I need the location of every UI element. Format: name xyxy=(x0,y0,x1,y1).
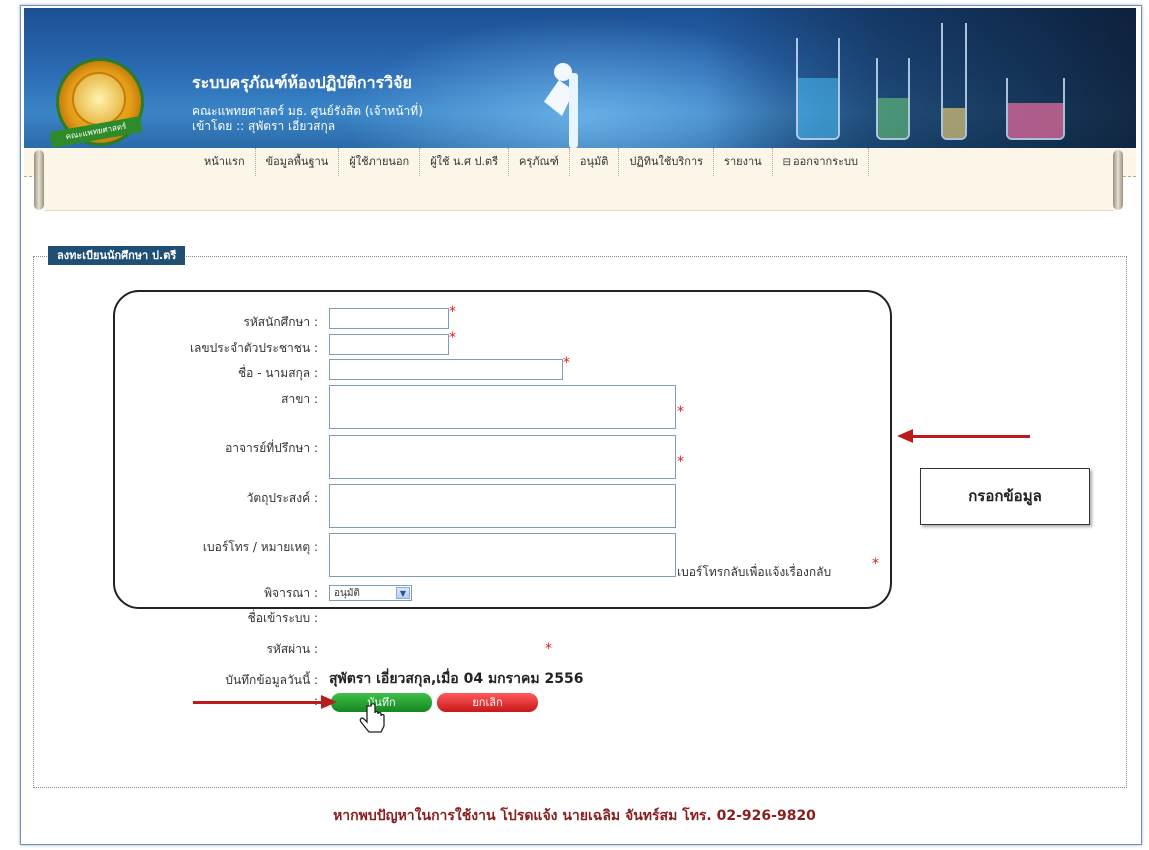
branch-label: สาขา : xyxy=(281,392,318,406)
phone-hint: เบอร์โทรกลับเพื่อแจ้งเรื่องกลับ xyxy=(677,565,832,579)
lab-equipment-image xyxy=(706,8,1136,148)
test-tube-icon xyxy=(941,23,967,140)
menu-item-report[interactable]: รายงาน xyxy=(714,148,773,176)
phone-label: เบอร์โทร / หมายเหตุ : xyxy=(202,540,318,554)
required-mark: * xyxy=(545,641,552,657)
callout-box: กรอกข้อมูล xyxy=(920,468,1090,525)
red-arrow-line xyxy=(912,435,1030,438)
advisor-textarea[interactable] xyxy=(329,435,676,479)
chevron-down-icon: ▼ xyxy=(396,587,410,599)
objective-textarea[interactable] xyxy=(329,484,676,528)
advisor-label: อาจารย์ที่ปรึกษา : xyxy=(225,441,318,455)
menu-item-home[interactable]: หน้าแรก xyxy=(194,148,256,176)
student-id-input[interactable] xyxy=(329,308,449,329)
saved-value: สุพัตรา เอี่ยวสกุล,เมื่อ 04 มกราคม 2556 xyxy=(329,671,584,687)
username-label: ชื่อเข้าระบบ : xyxy=(247,611,318,625)
saved-label: บันทึกข้อมูลวันนี้ : xyxy=(225,673,318,687)
name-input[interactable] xyxy=(329,359,563,380)
header-banner xyxy=(24,8,1136,148)
required-mark: * xyxy=(449,304,456,320)
main-menu: หน้าแรก ข้อมูลพื้นฐาน ผู้ใช้ภายนอก ผู้ใช… xyxy=(194,148,869,176)
parchment-scroll xyxy=(44,176,1114,211)
flask-icon xyxy=(1006,78,1065,140)
consider-selected-value: อนุมัติ xyxy=(334,588,360,599)
consider-select[interactable]: อนุมัติ ▼ xyxy=(329,585,412,601)
required-mark: * xyxy=(563,355,570,371)
password-label: รหัสผ่าน : xyxy=(266,642,318,656)
logged-in-user: เข้าโดย :: สุพัตรา เอี่ยวสกุล xyxy=(192,119,336,133)
required-mark: * xyxy=(677,404,684,420)
menu-item-equipment[interactable]: ครุภัณฑ์ xyxy=(509,148,570,176)
branch-textarea[interactable] xyxy=(329,385,676,429)
fieldset-legend: ลงทะเบียนนักศึกษา ป.ตรี xyxy=(48,246,186,265)
menu-item-basic-data[interactable]: ข้อมูลพื้นฐาน xyxy=(256,148,340,176)
arrow-right-icon xyxy=(321,695,337,709)
phone-textarea[interactable] xyxy=(329,533,676,577)
cancel-button[interactable]: ยกเลิก xyxy=(437,693,538,712)
required-mark: * xyxy=(872,556,879,572)
logout-icon: ⊟ xyxy=(782,157,792,168)
beaker-icon xyxy=(876,58,910,140)
scroll-rod-right xyxy=(1113,150,1123,210)
arrow-left-icon xyxy=(897,429,913,443)
name-label: ชื่อ - นามสกุล : xyxy=(238,366,318,380)
scroll-rod-left xyxy=(34,150,44,210)
menu-item-undergrad-users[interactable]: ผู้ใช้ น.ศ ป.ตรี xyxy=(420,148,510,176)
national-id-input[interactable] xyxy=(329,334,449,355)
footer-contact: หากพบปัญหาในการใช้งาน โปรดแจ้ง นายเฉลิม … xyxy=(333,808,816,824)
menu-item-external-users[interactable]: ผู้ใช้ภายนอก xyxy=(339,148,421,176)
menu-bar: หน้าแรก ข้อมูลพื้นฐาน ผู้ใช้ภายนอก ผู้ใช… xyxy=(24,148,1136,177)
hand-cursor-icon xyxy=(359,703,385,733)
student-id-label: รหัสนักศึกษา : xyxy=(243,315,318,329)
menu-item-calendar[interactable]: ปฏิทินใช้บริการ xyxy=(619,148,715,176)
consider-label: พิจารณา : xyxy=(264,586,318,600)
required-mark: * xyxy=(449,330,456,346)
objective-label: วัตถุประสงค์ : xyxy=(246,491,318,505)
red-arrow-line xyxy=(193,701,321,704)
beaker-icon xyxy=(796,38,840,140)
national-id-label: เลขประจำตัวประชาชน : xyxy=(189,341,318,355)
menu-item-approve[interactable]: อนุมัติ xyxy=(570,148,620,176)
app-title: ระบบครุภัณฑ์ห้องปฏิบัติการวิจัย xyxy=(192,73,412,92)
required-mark: * xyxy=(677,454,684,470)
menu-item-logout[interactable]: ⊟ ออกจากระบบ xyxy=(773,148,869,176)
